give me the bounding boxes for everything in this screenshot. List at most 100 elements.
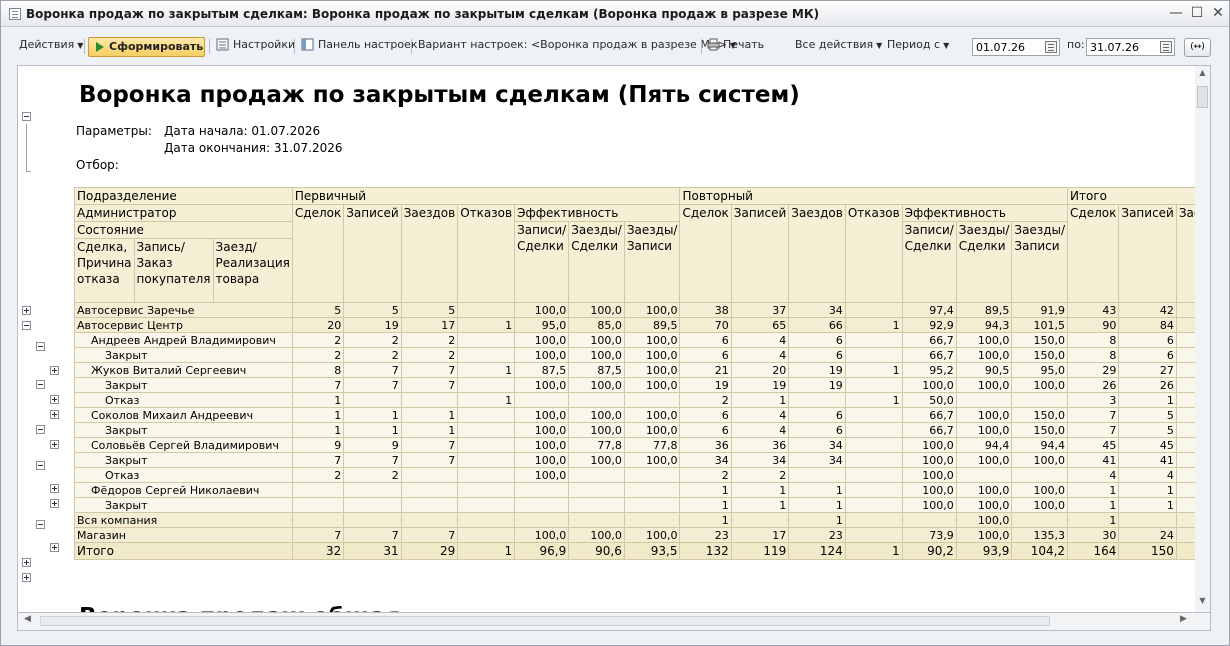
scroll-right-icon[interactable]: ▶ (1180, 614, 1187, 624)
row-value: 100,0 (568, 527, 625, 543)
table-row[interactable]: Закрыт111100,0100,0100,0111100,0100,0100… (74, 497, 1210, 513)
row-value: 1 (788, 497, 846, 513)
row-value: 89,5 (955, 302, 1013, 318)
scroll-thumb[interactable] (40, 616, 1050, 626)
row-value: 7 (1067, 422, 1120, 438)
close-button[interactable]: ✕ (1209, 4, 1227, 22)
horizontal-scrollbar[interactable]: ◀ ▶ (17, 613, 1211, 631)
table-row[interactable]: Отказ1121150,031233,3 (74, 392, 1210, 408)
expand-row-icon[interactable] (50, 543, 59, 552)
table-row[interactable]: Автосервис Заречье 5 5 5 100,0 100,0 100,0 38 37… (74, 302, 1210, 318)
row-value: 5 (1118, 422, 1177, 438)
row-value: 6 (679, 347, 732, 363)
row-value (901, 512, 957, 528)
variant-menu[interactable]: Вариант настроек: <Воронка продаж в разр… (418, 38, 736, 51)
row-value (514, 497, 570, 513)
row-value (623, 512, 681, 528)
generate-button[interactable]: Сформировать (88, 37, 205, 57)
table-row[interactable]: Соколов Михаил Андреевич 1 1 1 100,0 100,0 100… (74, 407, 1210, 423)
table-row[interactable]: Закрыт 7 7 7 100,0 100,0 100,0 34 34 34 100,0 100,0… (74, 452, 1210, 468)
scroll-left-icon[interactable]: ◀ (24, 614, 31, 624)
period-select-button[interactable]: (↔) (1184, 38, 1211, 57)
header-visits-per-orders: Заезды/ Записи (1011, 221, 1069, 303)
collapse-row-icon[interactable] (36, 461, 45, 470)
all-actions-menu[interactable]: Все действия ▼ (795, 38, 882, 51)
row-value: 6 (679, 422, 732, 438)
row-value (844, 302, 903, 318)
expand-row-icon[interactable] (50, 410, 59, 419)
header-orders: Записей (343, 204, 402, 303)
row-value: 17 (730, 527, 790, 543)
table-row[interactable]: Жуков Виталий Сергеевич 8 7 7 1 87,5 87,5 100,0… (74, 362, 1210, 378)
collapse-row-icon[interactable] (36, 520, 45, 529)
expand-row-icon[interactable] (50, 484, 59, 493)
table-row[interactable]: Закрыт 7 7 7 100,0 100,0 100,0 19 19 19 100,0 100,0… (74, 377, 1210, 393)
collapse-row-icon[interactable] (22, 321, 31, 330)
row-value: 95,0 (514, 317, 570, 333)
settings-panel-button[interactable]: Панель настроек (318, 38, 418, 51)
settings-button[interactable]: Настройки (233, 38, 295, 51)
row-value: 2 (679, 467, 732, 483)
date-to-input[interactable]: 31.07.26 (1086, 38, 1175, 56)
maximize-button[interactable]: ☐ (1188, 4, 1206, 22)
row-value: 1 (844, 362, 903, 378)
row-value (788, 467, 846, 483)
print-button[interactable]: Печать (723, 38, 764, 51)
report-area[interactable]: Воронка продаж по закрытым сделкам (Пять… (17, 65, 1211, 613)
table-row[interactable]: Андреев Андрей Владимирович 2 2 2 100,0 100,0… (74, 332, 1210, 348)
table-row[interactable]: Вся компания11100,011100,0 (74, 512, 1210, 528)
row-value: 7 (400, 362, 459, 378)
expand-row-icon[interactable] (50, 366, 59, 375)
scroll-down-icon[interactable]: ▼ (1197, 596, 1208, 610)
expand-row-icon[interactable] (22, 573, 31, 582)
row-value: 150,0 (1011, 407, 1069, 423)
collapse-row-icon[interactable] (36, 425, 45, 434)
actions-menu[interactable]: Действия ▼ (19, 38, 83, 51)
row-value: 77,8 (568, 437, 625, 453)
row-value: 1 (1067, 497, 1120, 513)
expand-row-icon[interactable] (50, 499, 59, 508)
total-row[interactable]: Итого 32 31 29 1 96,9 90,6 93,5 132 119 124 1 90,2 93… (74, 542, 1210, 560)
table-row[interactable]: Отказ22100,022100,044100,0 (74, 467, 1210, 483)
table-row[interactable]: Фёдоров Сергей Николаевич 1 1 1 100,0 100,0 10… (74, 482, 1210, 498)
table-row[interactable]: Закрыт 1 1 1 100,0 100,0 100,0 6 4 6 66,7 100,0 150,… (74, 422, 1210, 438)
row-value: 93,5 (623, 542, 681, 560)
period-menu[interactable]: Период с ▼ (887, 38, 949, 51)
expand-row-icon[interactable] (22, 306, 31, 315)
table-row[interactable]: Закрыт 2 2 2 100,0 100,0 100,0 6 4 6 66,7 100,0 150,… (74, 347, 1210, 363)
row-value (1011, 467, 1069, 483)
row-value: 4 (730, 347, 790, 363)
minimize-button[interactable]: — (1167, 4, 1185, 22)
row-value (730, 512, 790, 528)
collapse-row-icon[interactable] (36, 342, 45, 351)
row-value (568, 497, 625, 513)
row-value: 100,0 (514, 437, 570, 453)
table-row[interactable]: Магазин 7 7 7 100,0 100,0 100,0 23 17 23 73,9 100,0… (74, 527, 1210, 543)
row-value (623, 482, 681, 498)
row-value: 19 (730, 377, 790, 393)
expand-row-icon[interactable] (50, 395, 59, 404)
table-row[interactable]: Соловьёв Сергей Владимирович 9 9 7 100,0 77,8… (74, 437, 1210, 453)
printer-icon (707, 38, 720, 51)
row-value: 2 (400, 332, 459, 348)
row-value (623, 392, 681, 408)
row-label: Андреев Андрей Владимирович (74, 332, 293, 348)
row-value (400, 512, 459, 528)
table-row[interactable]: Автосервис Центр 20 19 17 1 95,0 85,0 89,5 70 65 6… (74, 317, 1210, 333)
row-value: 100,0 (623, 527, 681, 543)
collapse-row-icon[interactable] (36, 380, 45, 389)
calendar-icon[interactable] (1045, 41, 1057, 53)
row-value: 1 (788, 482, 846, 498)
row-value: 2 (730, 467, 790, 483)
vertical-scrollbar[interactable]: ▲ ▼ (1195, 65, 1211, 613)
scroll-thumb[interactable] (1197, 86, 1208, 108)
date-from-input[interactable]: 01.07.26 (972, 38, 1060, 56)
scroll-up-icon[interactable]: ▲ (1197, 68, 1208, 82)
calendar-icon[interactable] (1160, 41, 1172, 53)
expand-row-icon[interactable] (50, 440, 59, 449)
expand-row-icon[interactable] (22, 558, 31, 567)
row-label: Закрыт (74, 452, 293, 468)
collapse-report-icon[interactable] (22, 112, 31, 121)
start-date-param: Дата начала: 01.07.2026 (164, 124, 321, 138)
header-deals: Сделок (679, 204, 732, 303)
